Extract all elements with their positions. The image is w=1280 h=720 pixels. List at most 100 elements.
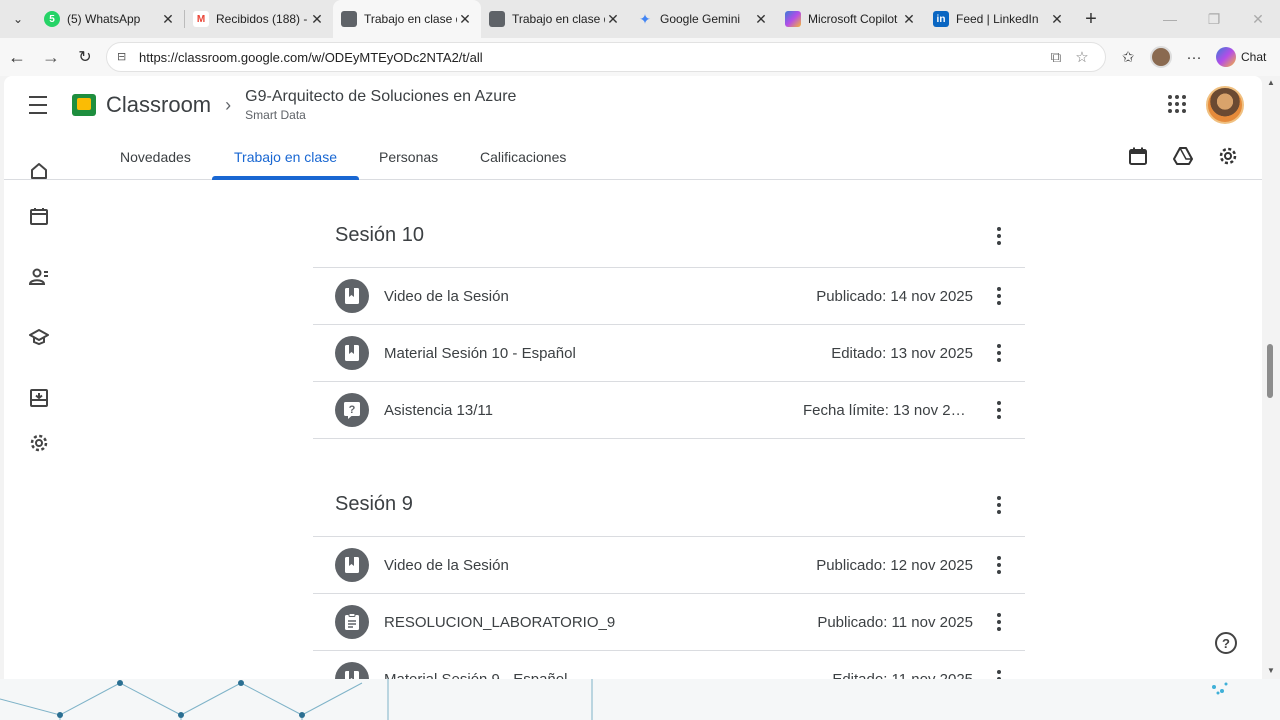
- classwork-item[interactable]: Material Sesión 10 - Español Editado: 13…: [313, 325, 1025, 382]
- scroll-down-arrow-icon[interactable]: ▼: [1267, 666, 1275, 675]
- close-window-icon[interactable]: ✕: [1236, 0, 1280, 38]
- topic-more-options-icon[interactable]: [991, 495, 1007, 514]
- class-name: G9-Arquitecto de Soluciones en Azure: [245, 88, 517, 105]
- browser-tab-gmail[interactable]: M Recibidos (188) - rio ✕: [185, 0, 333, 38]
- teaching-people-icon[interactable]: [28, 266, 50, 288]
- classwork-item[interactable]: Video de la Sesión Publicado: 14 nov 202…: [313, 268, 1025, 325]
- google-calendar-icon[interactable]: [1128, 146, 1148, 171]
- address-bar[interactable]: ⊟ https://classroom.google.com/w/ODEyMTE…: [106, 42, 1106, 72]
- item-more-options-icon[interactable]: [991, 613, 1007, 631]
- browser-tab-whatsapp[interactable]: 5 (5) WhatsApp ✕: [36, 0, 184, 38]
- material-icon: [335, 336, 369, 370]
- assignment-icon: [335, 605, 369, 639]
- close-tab-icon[interactable]: ✕: [309, 11, 325, 28]
- copilot-chat-button[interactable]: Chat: [1216, 47, 1266, 67]
- close-tab-icon[interactable]: ✕: [901, 11, 917, 28]
- item-more-options-icon[interactable]: [991, 670, 1007, 679]
- new-tab-icon[interactable]: +: [1073, 8, 1109, 31]
- archived-classes-icon[interactable]: [28, 387, 50, 409]
- class-settings-gear-icon[interactable]: [1218, 146, 1238, 171]
- more-options-icon[interactable]: ···: [1178, 49, 1210, 66]
- item-date: Editado: 13 nov 2025: [831, 344, 973, 362]
- app-title[interactable]: Classroom: [106, 92, 211, 118]
- question-icon: ?: [335, 393, 369, 427]
- item-date: Fecha límite: 13 nov 2025: [803, 401, 973, 419]
- calendar-icon[interactable]: [28, 205, 50, 227]
- tab-grades[interactable]: Calificaciones: [480, 134, 566, 180]
- scrollbar-thumb[interactable]: [1267, 344, 1273, 398]
- gmail-icon: M: [193, 11, 209, 27]
- chat-label: Chat: [1241, 50, 1267, 64]
- favorite-star-icon[interactable]: ☆: [1069, 48, 1095, 66]
- favorites-icon[interactable]: ✩: [1112, 48, 1144, 66]
- google-drive-icon[interactable]: [1173, 146, 1193, 171]
- classroom-icon: [489, 11, 505, 27]
- user-avatar[interactable]: [1206, 86, 1244, 124]
- forward-arrow-icon[interactable]: →: [34, 40, 68, 74]
- close-tab-icon[interactable]: ✕: [160, 11, 176, 28]
- classwork-item[interactable]: ? Asistencia 13/11 Fecha límite: 13 nov …: [313, 382, 1025, 439]
- tab-title: Trabajo en clase de: [512, 12, 605, 26]
- desktop-background: [0, 679, 1280, 720]
- linkedin-icon: in: [933, 11, 949, 27]
- minimize-icon[interactable]: —: [1148, 0, 1192, 38]
- google-apps-icon[interactable]: [1168, 95, 1186, 113]
- back-arrow-icon[interactable]: ←: [0, 40, 34, 74]
- tab-people[interactable]: Personas: [379, 134, 438, 180]
- material-icon: [335, 279, 369, 313]
- topic-title[interactable]: Sesión 10: [335, 224, 424, 247]
- close-tab-icon[interactable]: ✕: [457, 11, 473, 28]
- tab-label: Trabajo en clase: [234, 149, 337, 165]
- active-tab-indicator: [212, 176, 359, 180]
- settings-gear-icon[interactable]: [28, 432, 50, 454]
- classwork-item[interactable]: Material Sesión 9 - Español Editado: 11 …: [313, 651, 1025, 679]
- topic-title[interactable]: Sesión 9: [335, 493, 413, 516]
- topic-section: Sesión 9 Video de la Sesión Publicado: 1…: [313, 473, 1025, 679]
- browser-profile-avatar[interactable]: [1150, 46, 1172, 68]
- item-title: RESOLUCION_LABORATORIO_9: [384, 613, 616, 631]
- home-icon[interactable]: [28, 160, 50, 182]
- tab-title: Microsoft Copilot: [808, 12, 898, 26]
- close-tab-icon[interactable]: ✕: [605, 11, 621, 28]
- gemini-icon: ✦: [639, 10, 651, 27]
- item-title: Material Sesión 10 - Español: [384, 344, 576, 362]
- reload-icon[interactable]: ↻: [68, 40, 102, 74]
- scroll-up-arrow-icon[interactable]: ▲: [1267, 78, 1275, 87]
- item-date: Publicado: 14 nov 2025: [816, 287, 973, 305]
- tab-title: Recibidos (188) - rio: [216, 12, 309, 26]
- item-more-options-icon[interactable]: [991, 401, 1007, 419]
- tab-stream[interactable]: Novedades: [120, 134, 191, 180]
- classwork-item[interactable]: RESOLUCION_LABORATORIO_9 Publicado: 11 n…: [313, 594, 1025, 651]
- close-tab-icon[interactable]: ✕: [753, 11, 769, 28]
- item-date: Editado: 11 nov 2025: [832, 670, 973, 680]
- browser-tab-gemini[interactable]: ✦ Google Gemini ✕: [629, 0, 777, 38]
- tab-title: (5) WhatsApp: [67, 12, 141, 26]
- item-more-options-icon[interactable]: [991, 287, 1007, 305]
- item-more-options-icon[interactable]: [991, 556, 1007, 574]
- url-text: https://classroom.google.com/w/ODEyMTEyO…: [139, 49, 483, 65]
- topic-more-options-icon[interactable]: [991, 226, 1007, 245]
- item-more-options-icon[interactable]: [991, 344, 1007, 362]
- class-breadcrumb[interactable]: G9-Arquitecto de Soluciones en Azure Sma…: [245, 88, 516, 122]
- enrolled-school-icon[interactable]: [28, 326, 50, 348]
- tab-label: Novedades: [120, 149, 191, 165]
- app-install-icon[interactable]: ⧉: [1043, 49, 1069, 66]
- class-section: Smart Data: [245, 108, 306, 122]
- close-tab-icon[interactable]: ✕: [1049, 11, 1065, 28]
- site-info-icon[interactable]: ⊟: [117, 50, 131, 64]
- restore-icon[interactable]: ❐: [1192, 0, 1236, 38]
- browser-tab-classwork[interactable]: Trabajo en clase de ✕: [481, 0, 629, 38]
- classwork-item[interactable]: Video de la Sesión Publicado: 12 nov 202…: [313, 537, 1025, 594]
- tab-label: Personas: [379, 149, 439, 165]
- browser-tab-classwork-active[interactable]: Trabajo en clase de ✕: [333, 0, 481, 38]
- main-menu-icon[interactable]: [4, 93, 72, 117]
- browser-tab-copilot[interactable]: Microsoft Copilot ✕: [777, 0, 925, 38]
- browser-toolbar: ← → ↻ ⊟ https://classroom.google.com/w/O…: [0, 38, 1280, 76]
- page-scrollbar[interactable]: ▲ ▼: [1264, 76, 1278, 679]
- help-icon[interactable]: ?: [1215, 632, 1237, 654]
- tab-classwork[interactable]: Trabajo en clase: [212, 134, 359, 180]
- browser-tab-linkedin[interactable]: in Feed | LinkedIn ✕: [925, 0, 1073, 38]
- tab-list-dropdown-icon[interactable]: ⌄: [0, 0, 36, 38]
- classroom-logo-icon[interactable]: [72, 94, 96, 116]
- topic-section: Sesión 10 Video de la Sesión Publicado: …: [313, 204, 1025, 439]
